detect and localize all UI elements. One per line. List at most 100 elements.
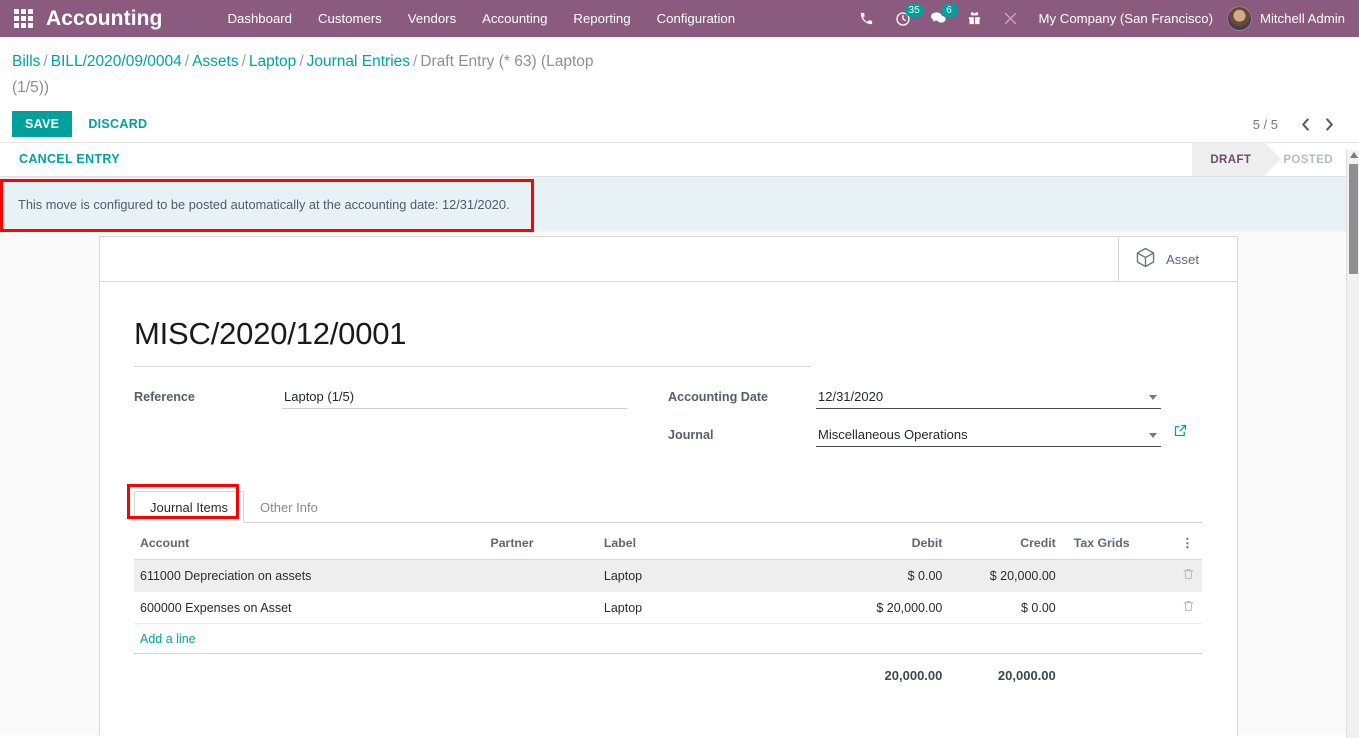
- table-header: Account Partner Label Debit Credit Tax G…: [134, 525, 1202, 560]
- table-header-row: Account Partner Label Debit Credit Tax G…: [134, 525, 1202, 560]
- table-body: 611000 Depreciation on assets Laptop $ 0…: [134, 559, 1202, 693]
- chevron-right-icon[interactable]: [1318, 111, 1340, 137]
- vertical-dots-icon[interactable]: ⋮: [1175, 525, 1202, 560]
- action-button-row: SAVE DISCARD 5 / 5: [0, 105, 1359, 143]
- field-row-journal: Journal Miscellaneous Operations: [668, 423, 1202, 450]
- cell-label[interactable]: Laptop: [597, 559, 835, 592]
- totals-spacer: [597, 653, 835, 693]
- cell-account[interactable]: 611000 Depreciation on assets: [134, 559, 485, 592]
- clock-activities-icon[interactable]: 35: [885, 0, 924, 37]
- page-title[interactable]: MISC/2020/12/0001: [134, 316, 811, 367]
- trash-icon[interactable]: [1175, 591, 1202, 624]
- smart-button-asset[interactable]: Asset: [1118, 237, 1237, 281]
- accounting-date-input[interactable]: 12/31/2020: [816, 385, 1161, 409]
- cell-partner[interactable]: [484, 591, 598, 624]
- totals-spacer: [484, 653, 598, 693]
- breadcrumb-item-bills[interactable]: Bills: [12, 53, 40, 70]
- tab-other-info[interactable]: Other Info: [244, 491, 334, 523]
- column-header-partner[interactable]: Partner: [484, 525, 598, 560]
- discard-button[interactable]: DISCARD: [77, 111, 158, 137]
- totals-spacer: [1175, 653, 1202, 693]
- totals-spacer: [134, 653, 485, 693]
- menu-item-customers[interactable]: Customers: [305, 0, 395, 37]
- reference-input[interactable]: Laptop (1/5): [282, 385, 627, 409]
- statusbar-row: CANCEL ENTRY DRAFT POSTED: [0, 143, 1359, 177]
- breadcrumb-separator: /: [299, 53, 304, 70]
- cell-tax-grids[interactable]: [1061, 559, 1176, 592]
- chevron-down-icon[interactable]: [1149, 395, 1157, 400]
- cell-tax-grids[interactable]: [1061, 591, 1176, 624]
- pager: 5 / 5: [1253, 105, 1340, 143]
- smart-button-box: Asset: [100, 237, 1237, 282]
- breadcrumb-item-bill-number[interactable]: BILL/2020/09/0004: [51, 53, 182, 70]
- column-header-debit[interactable]: Debit: [834, 525, 949, 560]
- phone-icon[interactable]: [849, 0, 885, 37]
- trash-icon[interactable]: [1175, 559, 1202, 592]
- breadcrumb-item-laptop[interactable]: Laptop: [249, 53, 296, 70]
- status-badge-group: DRAFT POSTED: [1192, 143, 1347, 176]
- form-view-body: Asset MISC/2020/12/0001 Reference Laptop…: [0, 231, 1359, 735]
- column-header-tax-grids[interactable]: Tax Grids: [1061, 525, 1176, 560]
- add-a-line-button[interactable]: Add a line: [140, 632, 196, 646]
- journal-select[interactable]: Miscellaneous Operations: [816, 423, 1161, 447]
- cell-debit[interactable]: $ 0.00: [834, 559, 949, 592]
- cell-debit[interactable]: $ 20,000.00: [834, 591, 949, 624]
- menu-item-dashboard[interactable]: Dashboard: [215, 0, 306, 37]
- external-link-icon[interactable]: [1173, 423, 1188, 438]
- apps-grid-icon[interactable]: [0, 0, 46, 37]
- user-menu[interactable]: Mitchell Admin: [1226, 6, 1359, 31]
- company-selector[interactable]: My Company (San Francisco): [1039, 11, 1213, 26]
- cell-partner[interactable]: [484, 559, 598, 592]
- total-credit: 20,000.00: [948, 653, 1062, 693]
- form-fields-grid: Reference Laptop (1/5) Accounting Date 1…: [134, 385, 1202, 461]
- menu-item-accounting[interactable]: Accounting: [469, 0, 560, 37]
- table-row[interactable]: 611000 Depreciation on assets Laptop $ 0…: [134, 559, 1202, 592]
- field-row-accounting-date: Accounting Date 12/31/2020: [668, 385, 1202, 412]
- chevron-down-icon[interactable]: [1149, 433, 1157, 438]
- totals-row: 20,000.00 20,000.00: [134, 653, 1202, 693]
- gift-icon[interactable]: [957, 0, 993, 37]
- notebook: Journal Items Other Info Account Partner…: [134, 491, 1202, 693]
- breadcrumb-separator: /: [241, 53, 246, 70]
- scroll-up-arrow-icon[interactable]: [1350, 152, 1358, 158]
- breadcrumb-separator: /: [413, 53, 418, 70]
- journal-label: Journal: [668, 428, 714, 442]
- form-column-right: Accounting Date 12/31/2020 Journal Misce…: [668, 385, 1202, 461]
- debug-tools-icon[interactable]: [993, 0, 1029, 37]
- smart-button-label: Asset: [1166, 251, 1199, 267]
- menu-item-configuration[interactable]: Configuration: [644, 0, 748, 37]
- cell-label[interactable]: Laptop: [597, 591, 835, 624]
- scrollbar-thumb[interactable]: [1349, 164, 1358, 274]
- table-row[interactable]: 600000 Expenses on Asset Laptop $ 20,000…: [134, 591, 1202, 624]
- breadcrumb-item-assets[interactable]: Assets: [192, 53, 239, 70]
- control-panel: Bills / BILL/2020/09/0004/Assets / Laptop / Jo…: [0, 37, 1359, 143]
- totals-spacer: [1061, 653, 1176, 693]
- status-draft[interactable]: DRAFT: [1192, 143, 1282, 176]
- page-scrollbar[interactable]: [1346, 150, 1359, 738]
- app-brand-title[interactable]: Accounting: [46, 7, 163, 31]
- save-button[interactable]: SAVE: [12, 110, 73, 137]
- cell-credit[interactable]: $ 20,000.00: [948, 559, 1062, 592]
- form-column-left: Reference Laptop (1/5): [134, 385, 668, 461]
- breadcrumb-separator: /: [184, 53, 190, 70]
- accounting-date-label: Accounting Date: [668, 390, 769, 404]
- journal-value: Miscellaneous Operations: [818, 427, 968, 442]
- column-header-credit[interactable]: Credit: [948, 525, 1062, 560]
- menu-item-reporting[interactable]: Reporting: [560, 0, 643, 37]
- journal-items-table: Account Partner Label Debit Credit Tax G…: [134, 525, 1202, 693]
- field-row-reference: Reference Laptop (1/5): [134, 385, 668, 412]
- breadcrumb-item-journal-entries[interactable]: Journal Entries: [307, 53, 410, 70]
- cancel-entry-button[interactable]: CANCEL ENTRY: [0, 143, 120, 176]
- cell-account[interactable]: 600000 Expenses on Asset: [134, 591, 485, 624]
- add-line-cell: Add a line: [134, 624, 1202, 654]
- column-header-account[interactable]: Account: [134, 525, 485, 560]
- cell-credit[interactable]: $ 0.00: [948, 591, 1062, 624]
- form-sheet: Asset MISC/2020/12/0001 Reference Laptop…: [99, 236, 1238, 735]
- breadcrumb: Bills / BILL/2020/09/0004/Assets / Laptop / Jo…: [0, 37, 600, 105]
- chat-messages-icon[interactable]: 6: [921, 0, 958, 37]
- column-header-label[interactable]: Label: [597, 525, 835, 560]
- reference-label: Reference: [134, 390, 195, 404]
- tab-journal-items[interactable]: Journal Items: [134, 491, 245, 523]
- chevron-left-icon[interactable]: [1294, 111, 1316, 137]
- menu-item-vendors[interactable]: Vendors: [395, 0, 469, 37]
